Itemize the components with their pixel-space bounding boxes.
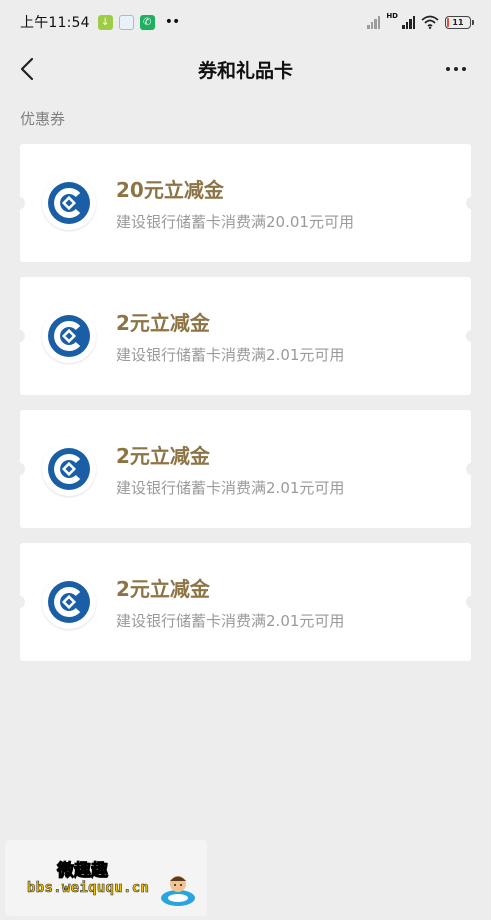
coupon-description: 建设银行储蓄卡消费满2.01元可用 bbox=[116, 479, 345, 497]
ccb-bank-logo-icon bbox=[42, 309, 96, 363]
back-button[interactable] bbox=[14, 54, 40, 84]
mascot-icon bbox=[161, 876, 195, 906]
coupon-title: 2元立减金 bbox=[116, 577, 210, 601]
more-dots-icon bbox=[446, 67, 450, 71]
ccb-bank-logo-icon bbox=[42, 176, 96, 230]
coupon-title: 2元立减金 bbox=[116, 311, 210, 335]
signal-1-icon bbox=[367, 15, 381, 29]
more-button[interactable] bbox=[441, 56, 471, 82]
watermark-url: bbs.weiququ.cn bbox=[27, 880, 150, 897]
coupon-card[interactable]: 2元立减金 建设银行储蓄卡消费满2.01元可用 bbox=[15, 543, 476, 661]
phone-notification-icon: ✆ bbox=[139, 14, 155, 30]
ccb-bank-logo-icon bbox=[42, 442, 96, 496]
battery-icon: 11 bbox=[445, 15, 474, 29]
coupon-card[interactable]: 20元立减金 建设银行储蓄卡消费满20.01元可用 bbox=[15, 144, 476, 262]
more-notifications-icon: •• bbox=[164, 14, 180, 30]
page-title: 券和礼品卡 bbox=[197, 59, 293, 82]
chevron-left-icon bbox=[20, 57, 34, 81]
section-label: 优惠券 bbox=[20, 110, 66, 128]
app-notification-icon bbox=[118, 14, 134, 30]
nav-bar: 券和礼品卡 bbox=[0, 44, 491, 94]
coupon-description: 建设银行储蓄卡消费满2.01元可用 bbox=[116, 612, 345, 630]
coupon-list: 20元立减金 建设银行储蓄卡消费满20.01元可用 2元立减金 建设银行储蓄卡消… bbox=[0, 144, 491, 661]
status-bar: 上午11:54 ↓ ✆ •• HD 11 bbox=[0, 0, 491, 44]
watermark: 微趣趣 bbs.weiququ.cn bbox=[5, 840, 207, 916]
download-notification-icon: ↓ bbox=[97, 14, 113, 30]
wifi-icon bbox=[421, 15, 439, 29]
hd-label: HD bbox=[386, 12, 398, 20]
status-indicators: HD 11 bbox=[367, 12, 474, 29]
signal-2-icon bbox=[402, 15, 415, 29]
coupon-description: 建设银行储蓄卡消费满20.01元可用 bbox=[116, 213, 354, 231]
coupon-description: 建设银行储蓄卡消费满2.01元可用 bbox=[116, 346, 345, 364]
coupon-title: 20元立减金 bbox=[116, 178, 224, 202]
ccb-bank-logo-icon bbox=[42, 575, 96, 629]
coupon-card[interactable]: 2元立减金 建设银行储蓄卡消费满2.01元可用 bbox=[15, 410, 476, 528]
battery-level: 11 bbox=[452, 17, 464, 27]
watermark-site-name: 微趣趣 bbox=[57, 861, 109, 882]
coupon-card[interactable]: 2元立减金 建设银行储蓄卡消费满2.01元可用 bbox=[15, 277, 476, 395]
coupon-title: 2元立减金 bbox=[116, 444, 210, 468]
status-time: 上午11:54 bbox=[20, 15, 90, 31]
notification-icons: ↓ ✆ •• bbox=[97, 14, 180, 30]
